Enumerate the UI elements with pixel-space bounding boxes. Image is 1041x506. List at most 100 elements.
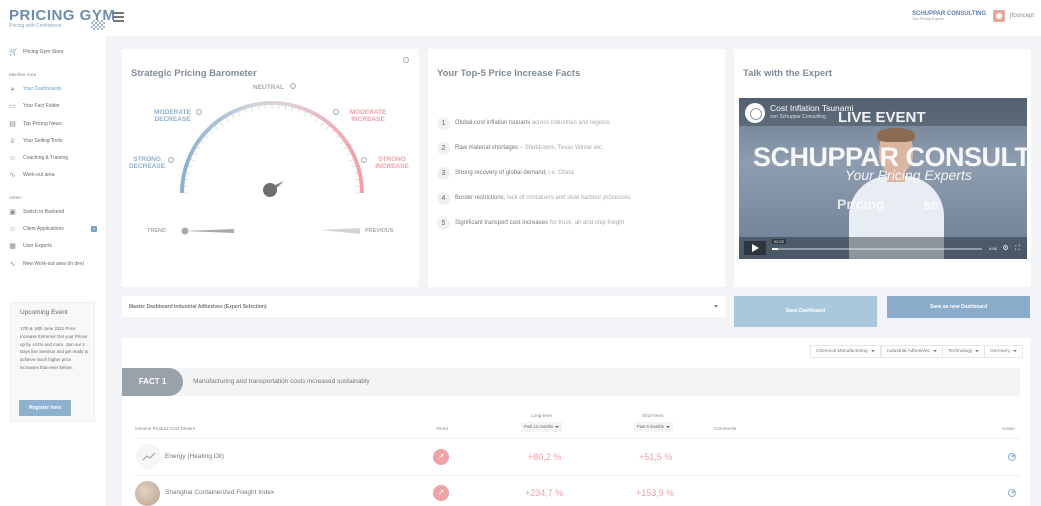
sidebar-item-store[interactable]: 🛒 Pricing Gym Store — [9, 46, 64, 58]
trend-legend-needle — [181, 227, 234, 235]
gauge-tick — [303, 111, 307, 116]
sidebar-item-coaching[interactable]: ☺ Coaching & Training — [9, 152, 68, 164]
gauge-tick — [237, 111, 241, 116]
sidebar-item-selling-tools[interactable]: ♕ Your Selling Tools — [9, 135, 62, 147]
gauge-tick — [185, 178, 190, 181]
gauge-tick — [326, 125, 330, 130]
sidebar: 🛒 Pricing Gym Store Member Area ◕ Your D… — [0, 36, 106, 506]
fact-bold: Raw material shortages — [455, 145, 519, 151]
label-strong-increase: STRONG INCREASE — [375, 156, 409, 170]
neutral-info-icon[interactable]: i — [290, 83, 296, 89]
facts-title: Your Top-5 Price Increase Facts — [437, 68, 581, 79]
label-neutral: NEUTRAL — [253, 84, 285, 91]
section-member-area: Member Area — [9, 72, 37, 77]
play-icon[interactable] — [744, 241, 766, 255]
fact-band: FACT 1 Manufacturing and transportation … — [122, 368, 1020, 396]
clients-icon: ☺ — [9, 225, 17, 233]
avatar[interactable] — [993, 10, 1005, 22]
gauge-tick — [190, 158, 195, 162]
fact-rest: for truck, air and ship freight — [548, 220, 625, 226]
sidebar-item-label: Your Fact Folder — [23, 103, 60, 109]
section-admin: Admin — [9, 195, 22, 200]
gauge-tick — [251, 107, 253, 112]
short-term-value: +153,9 % — [636, 488, 675, 498]
fact-item: 1 Global cost inflation tsunami across i… — [437, 116, 610, 130]
logo[interactable]: PRICING GYM Pricing with Confidence — [9, 7, 115, 30]
fact-number: 3 — [437, 166, 450, 180]
settings-gear-icon[interactable]: ⚙ — [1002, 245, 1009, 252]
register-button[interactable]: Register here — [19, 400, 71, 416]
sidebar-item-client-apps[interactable]: ☺ Client Applications — [9, 223, 64, 235]
filter-technology[interactable]: Technology — [942, 345, 986, 358]
header-short-term: Short-term — [642, 413, 664, 418]
save-new-dashboard-button[interactable]: Save as new Dashboard — [887, 296, 1030, 318]
divider — [134, 438, 1020, 439]
user-name[interactable]: jfconcept — [1010, 13, 1034, 19]
expert-title: Talk with the Expert — [743, 68, 833, 79]
header-long-term: Long-term — [531, 413, 552, 418]
sidebar-item-news[interactable]: ▤ Top Pricing News — [9, 118, 61, 130]
period-short-select[interactable]: Past 6 months — [634, 422, 673, 432]
sidebar-item-label: Coaching & Training — [23, 155, 69, 161]
gauge-tick — [219, 121, 223, 126]
gauge-tick — [297, 109, 300, 114]
dashboard-select[interactable]: Master Dashboard Industrial Adhesives (E… — [122, 296, 725, 317]
brand-tagline: Your Pricing Experts — [912, 17, 944, 21]
video-progress-bar[interactable] — [772, 248, 982, 250]
sidebar-item-new-workout[interactable]: ∿ New Work-out area (in dev) — [9, 258, 84, 270]
header-comments: Comments — [714, 426, 737, 431]
dashboard-icon: ◕ — [10, 85, 15, 93]
moderate-decrease-info-icon[interactable]: i — [196, 109, 202, 115]
menu-toggle-icon[interactable] — [113, 12, 124, 22]
switch-icon: ▣ — [9, 208, 16, 216]
sidebar-item-workout[interactable]: ∿ Work-out area — [9, 169, 55, 181]
channel-logo[interactable] — [745, 103, 765, 123]
sidebar-item-backend[interactable]: ▣ Switch to Backend — [9, 206, 64, 218]
strong-increase-info-icon[interactable]: i — [361, 157, 367, 163]
sidebar-item-label: User Exports — [23, 243, 52, 249]
fullscreen-icon[interactable]: ⛶ — [1014, 245, 1021, 252]
gauge-tick — [331, 130, 335, 134]
filter-segment[interactable]: Industrial Adhesives — [881, 345, 943, 358]
period-long-select[interactable]: Past 12 months — [521, 422, 563, 432]
book-icon: ▭ — [9, 102, 16, 110]
sidebar-item-label: Switch to Backend — [23, 209, 65, 215]
client-apps-badge: 0 — [91, 226, 97, 232]
sidebar-item-fact-folder[interactable]: ▭ Your Fact Folder — [9, 100, 60, 112]
header-drivers: General Product Cost Drivers — [135, 426, 195, 431]
news-icon: ▤ — [9, 120, 16, 128]
upcoming-event-card: Upcoming Event 17th & 18th June 2021 Pri… — [10, 302, 95, 422]
video-player[interactable]: Cost Inflation Tsunami von Schuppar Cons… — [739, 98, 1027, 259]
expand-chevron-icon[interactable] — [1008, 453, 1016, 461]
export-icon: ▦ — [9, 242, 16, 250]
strong-decrease-info-icon[interactable]: i — [168, 157, 174, 163]
gauge-arc — [180, 101, 364, 194]
save-dashboard-button[interactable]: Save Dashboard — [734, 296, 877, 327]
sidebar-item-dashboards[interactable]: ◕ Your Dashboards — [9, 83, 61, 95]
moderate-increase-info-icon[interactable]: i — [333, 109, 339, 115]
video-channel: von Schuppar Consulting — [770, 114, 826, 120]
checkered-flag-icon — [91, 20, 105, 30]
legend-trend: TREND — [147, 228, 166, 234]
sidebar-item-label: Your Selling Tools — [23, 138, 63, 144]
gauge-tick — [351, 165, 356, 168]
header-trend: Trend — [436, 426, 448, 431]
activity-icon: ∿ — [9, 171, 16, 179]
long-term-value: +80,2 % — [528, 452, 562, 462]
fact-rest: – Shutdowns, Texas Winter etc. — [518, 145, 604, 151]
label-moderate-decrease: MODERATE DECREASE — [154, 109, 191, 123]
sidebar-item-label: Work-out area — [23, 172, 55, 178]
gauge-tick — [257, 106, 260, 111]
gauge-tick — [346, 152, 351, 156]
legend-previous: PREVIOUS — [365, 228, 394, 234]
sidebar-item-label: Pricing Gym Store — [23, 49, 64, 55]
header-action: Action — [1002, 426, 1015, 431]
expand-chevron-icon[interactable] — [1008, 489, 1016, 497]
sidebar-item-user-exports[interactable]: ▦ User Exports — [9, 240, 52, 252]
info-icon[interactable]: i — [403, 57, 409, 63]
filter-country[interactable]: Germany — [984, 345, 1023, 358]
gauge-tick — [335, 135, 340, 139]
gauge-hub — [263, 183, 277, 197]
brand-logo: SCHUPPAR CONSULTING Your Pricing Experts — [912, 11, 986, 21]
filter-industry[interactable]: Chemical Manufacturing — [810, 345, 881, 358]
